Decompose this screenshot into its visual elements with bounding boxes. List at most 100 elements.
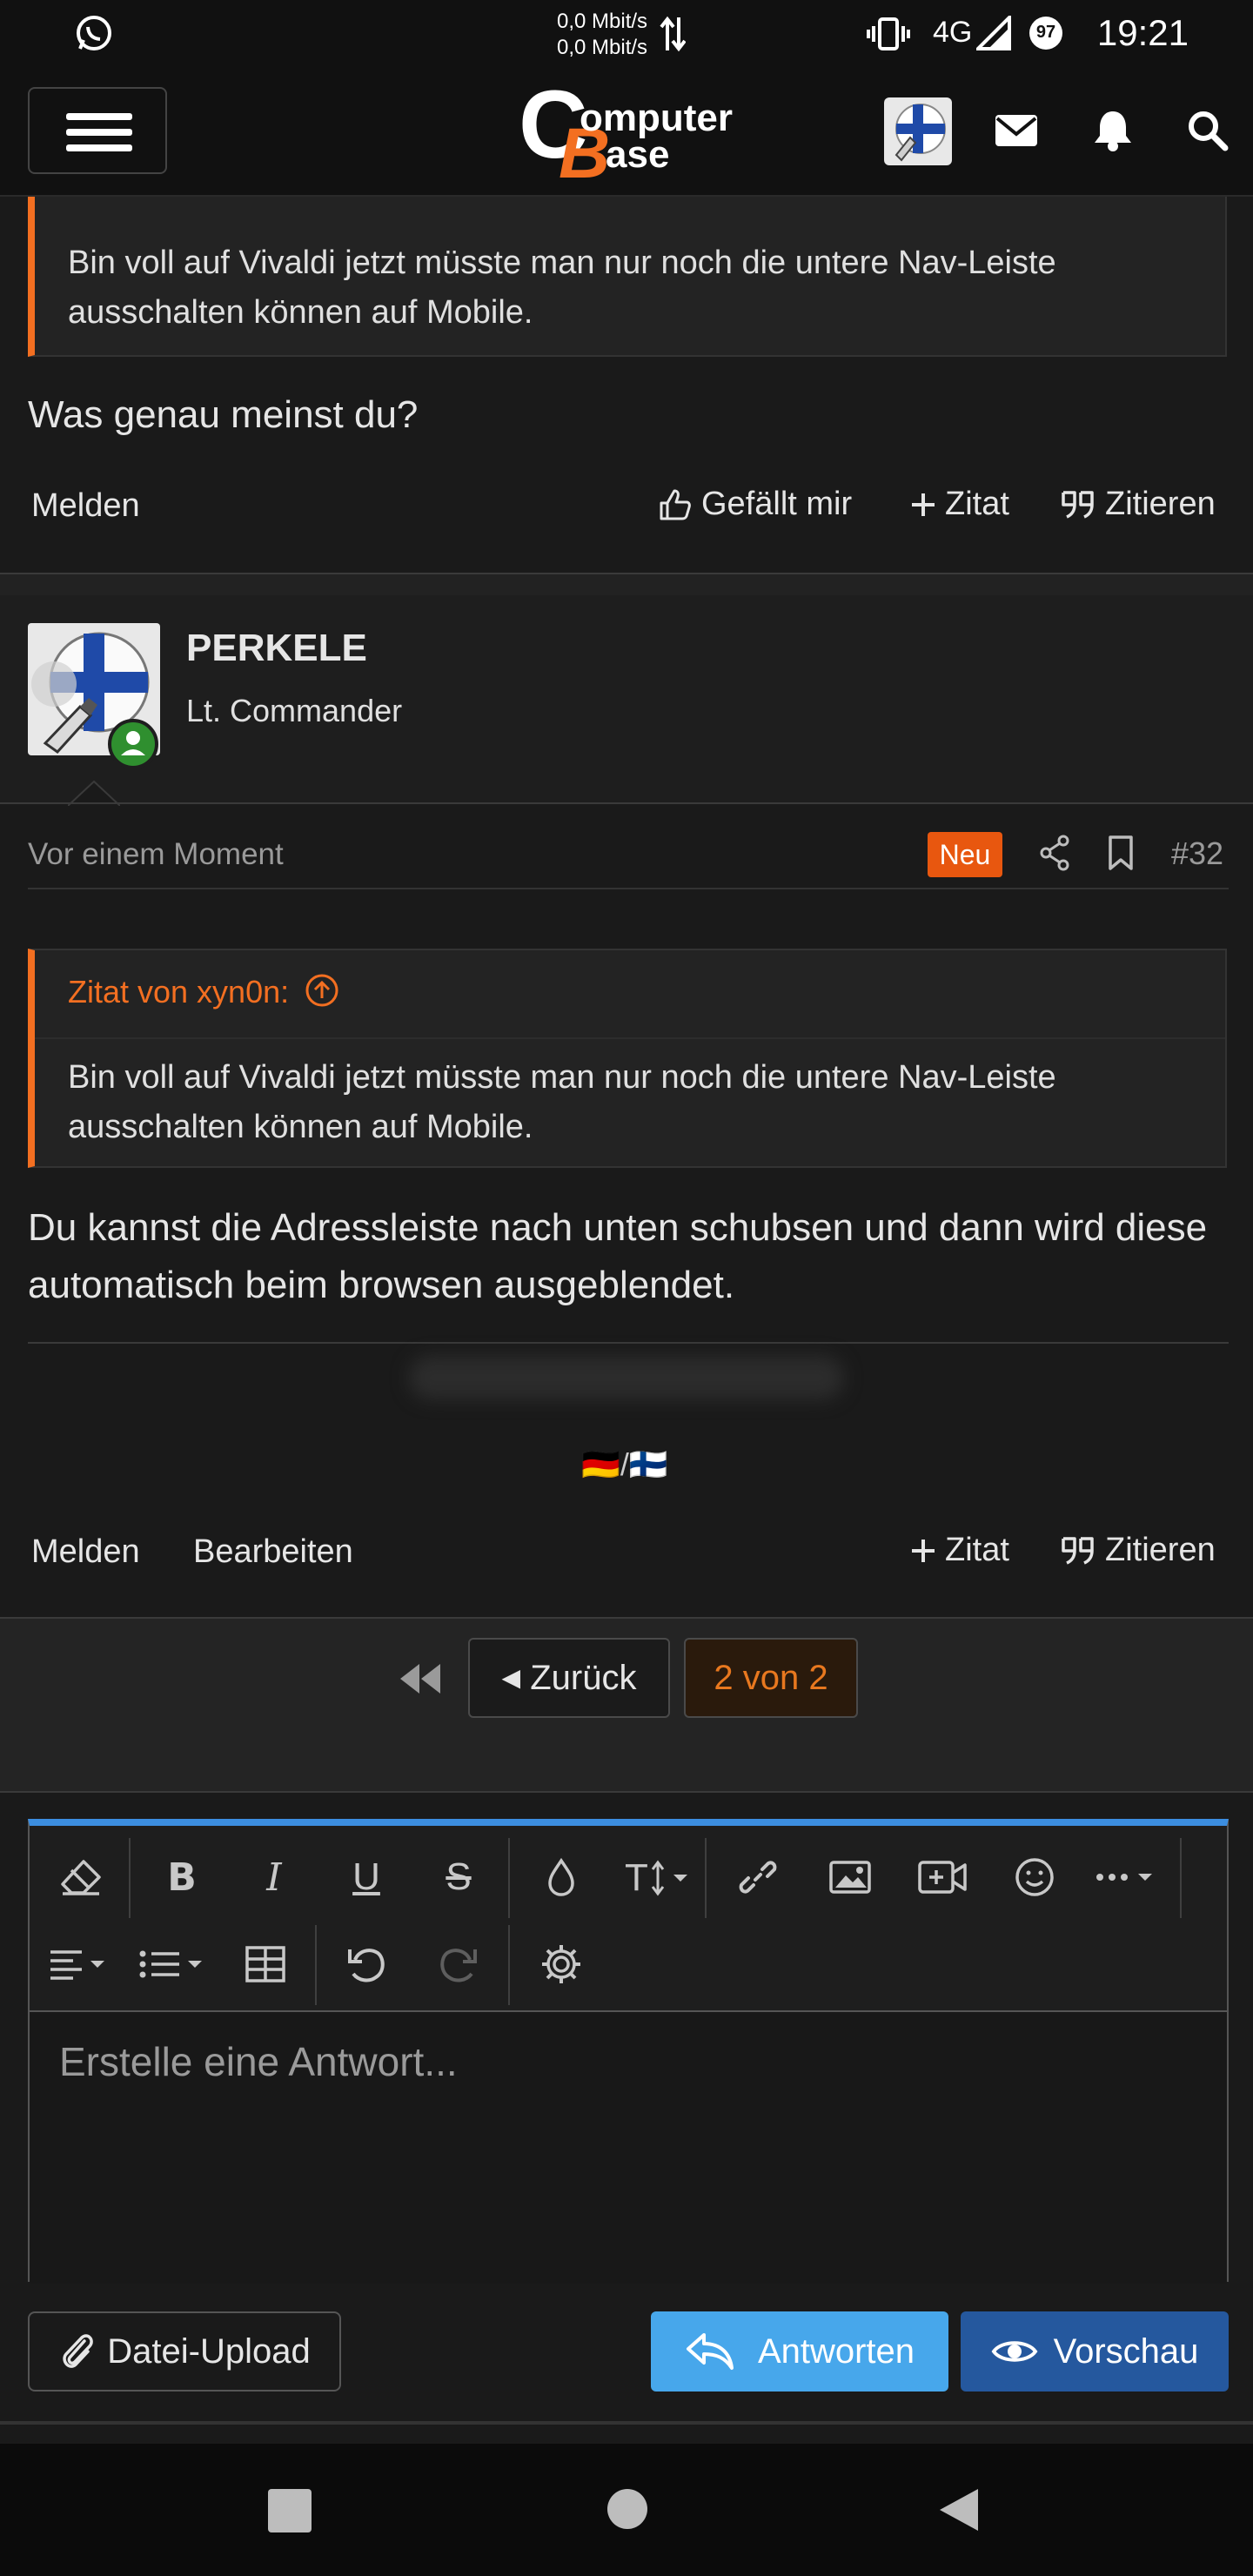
signature-blurred [409,1356,844,1399]
redo-icon[interactable] [428,1934,489,1995]
post-timestamp[interactable]: Vor einem Moment [28,837,284,872]
reply-placeholder: Erstelle eine Antwort... [59,2039,458,2084]
report-button[interactable]: Melden [31,487,140,525]
edit-label: Bearbeiten [193,1533,353,1570]
recent-apps-icon[interactable] [268,2489,312,2532]
signature-divider [28,1342,1229,1344]
search-icon[interactable] [1187,110,1229,151]
video-icon[interactable] [912,1847,973,1908]
reply-textarea[interactable]: Erstelle eine Antwort... [30,2010,1227,2284]
share-icon[interactable] [1037,834,1072,872]
back-icon[interactable] [936,2485,982,2534]
preview-label: Vorschau [1053,2331,1199,2371]
report-button[interactable]: Melden [31,1533,140,1571]
quote-block: Zitat von xyn0n: Bin voll auf Vivaldi je… [28,949,1227,1168]
caret-left-icon: ◀ [501,1664,521,1691]
network-down: 0,0 Mbit/s [557,36,648,59]
site-header: C B omputer ase [0,66,1253,197]
quote-button[interactable]: Zitieren [1060,486,1216,523]
quote-label: Zitieren [1105,486,1216,522]
vibrate-icon [867,17,910,50]
logo-text-line2: ase [606,133,670,176]
new-badge: Neu [928,832,1002,877]
signature-flags: 🇩🇪/🇫🇮 [581,1446,668,1482]
quote-icon [1062,1536,1094,1565]
network-speed: 0,0 Mbit/s 0,0 Mbit/s [557,9,647,61]
quote-title-row: Zitat von xyn0n: [68,973,339,1010]
bold-icon[interactable]: B [151,1847,212,1908]
quote-icon [1062,490,1094,519]
battery-level: 97 [1035,23,1056,42]
table-icon[interactable] [235,1934,296,1995]
align-icon[interactable] [47,1934,120,1995]
quote-body: Bin voll auf Vivaldi jetzt müsste man nu… [68,1059,1056,1145]
whatsapp-icon [77,16,111,50]
messages-icon[interactable] [994,113,1039,148]
link-icon[interactable] [727,1847,788,1908]
menu-button[interactable] [28,87,167,174]
home-icon[interactable] [607,2489,647,2529]
plus-icon [912,1539,935,1562]
post-actions: Melden Bearbeiten Zitat Zitieren [0,1516,1253,1586]
multiquote-label: Zitat [945,1532,1009,1568]
notifications-icon[interactable] [1093,108,1133,151]
signal-icon [976,16,1011,50]
multiquote-label: Zitat [945,486,1009,522]
status-bar: 0,0 Mbit/s 0,0 Mbit/s 4G 97 19:21 [0,0,1253,66]
quote-button[interactable]: Zitieren [1060,1532,1216,1569]
paperclip-icon [63,2334,94,2368]
text-color-icon[interactable] [531,1847,592,1908]
quote-block-previous: Bin voll auf Vivaldi jetzt müsste man nu… [28,197,1227,357]
logo-text-line1: omputer [580,97,733,139]
undo-icon[interactable] [336,1934,397,1995]
report-label: Melden [31,487,140,524]
report-label: Melden [31,1533,140,1570]
quote-title[interactable]: Zitat von xyn0n: [68,974,289,1010]
online-status-icon [108,719,158,769]
avatar-image [895,104,946,162]
status-time: 19:21 [1096,12,1189,53]
file-upload-label: Datei-Upload [107,2331,311,2371]
computerbase-logo[interactable]: C B omputer ase [519,77,745,190]
account-avatar[interactable] [884,97,952,165]
edit-button[interactable]: Bearbeiten [193,1533,353,1571]
post-number[interactable]: #32 [1171,835,1223,872]
list-icon[interactable] [137,1934,216,1995]
signal-label: 4G [933,16,973,49]
post-actions-previous: Melden Gefällt mir Zitat Zitieren [0,473,1253,543]
clear-formatting-icon[interactable] [50,1847,111,1908]
font-size-icon[interactable]: T [623,1847,701,1908]
settings-gear-icon[interactable] [531,1934,592,1995]
svg-text:T: T [625,1857,648,1897]
editor-toolbar-row-1: B I U S T [30,1835,1227,1922]
like-button[interactable]: Gefällt mir [658,486,852,523]
preview-button[interactable]: Vorschau [961,2311,1229,2392]
multiquote-button[interactable]: Zitat [910,1532,1009,1569]
reply-icon [686,2333,734,2370]
post-username[interactable]: PERKELE [186,627,367,670]
underline-icon[interactable]: U [336,1847,397,1908]
previous-page-button[interactable]: ◀ Zurück [468,1638,670,1718]
file-upload-button[interactable]: Datei-Upload [28,2311,341,2392]
emoji-icon[interactable] [1004,1847,1065,1908]
eye-icon [991,2341,1038,2362]
post-text-previous: Was genau meinst du? [28,393,419,436]
user-title: Lt. Commander [186,693,403,728]
data-transfer-icon [660,16,686,52]
thumbs-up-icon [660,489,691,520]
page-indicator[interactable]: 2 von 2 [684,1638,858,1718]
italic-icon[interactable]: I [244,1847,305,1908]
more-options-icon[interactable] [1093,1847,1171,1908]
bookmark-icon[interactable] [1107,835,1135,870]
jump-to-quote-icon[interactable] [305,973,339,1008]
meta-divider [28,888,1229,889]
quote-body: Bin voll auf Vivaldi jetzt müsste man nu… [68,245,1056,331]
multiquote-button[interactable]: Zitat [910,486,1009,523]
reply-button[interactable]: Antworten [651,2311,948,2392]
reply-label: Antworten [757,2331,915,2371]
first-page-icon[interactable] [399,1662,442,1695]
image-icon[interactable] [820,1847,881,1908]
plus-icon [912,493,935,516]
strikethrough-icon[interactable]: S [428,1847,489,1908]
network-up: 0,0 Mbit/s [557,10,648,33]
